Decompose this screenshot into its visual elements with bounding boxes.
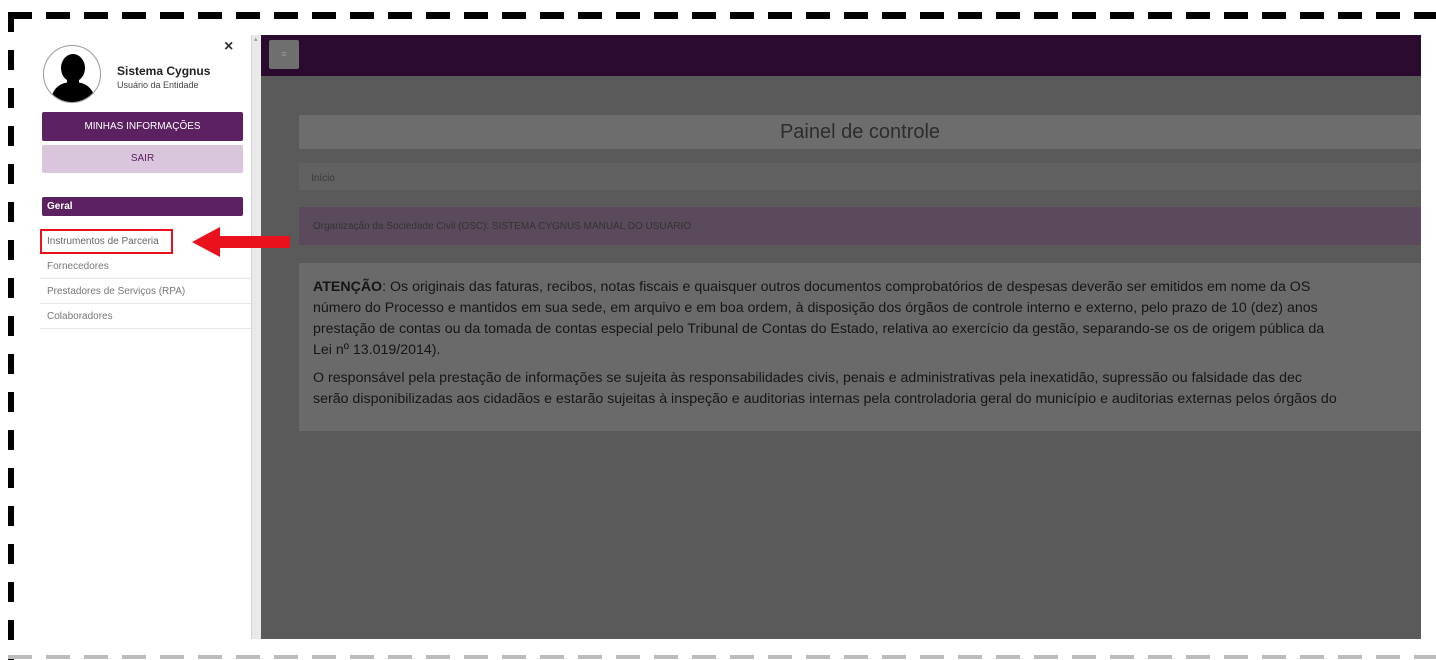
top-navbar: ≡ — [261, 35, 1421, 76]
close-icon[interactable]: × — [224, 38, 233, 56]
user-name: Sistema Cygnus — [117, 64, 211, 78]
notice-line: ATENÇÃO: Os originais das faturas, recib… — [313, 277, 1407, 298]
breadcrumb[interactable]: Início — [299, 163, 1421, 190]
sidebar-scrollbar[interactable]: ▴ — [251, 35, 261, 639]
menu-icon: ≡ — [281, 49, 287, 59]
dashed-border-left — [8, 12, 14, 660]
avatar — [43, 45, 101, 103]
my-info-button[interactable]: MINHAS INFORMAÇÕES — [42, 112, 243, 141]
user-silhouette-icon — [50, 54, 96, 102]
dashed-border-bottom — [8, 655, 1436, 659]
page-title: Painel de controle — [779, 121, 941, 143]
notice-panel: ATENÇÃO: Os originais das faturas, recib… — [299, 263, 1421, 431]
section-header-geral: Geral — [42, 197, 243, 216]
app-screen: ≡ Painel de controle Início Organização … — [35, 35, 1421, 639]
notice-line: número do Processo e mantidos em sua sed… — [313, 300, 1318, 316]
screenshot-frame: ≡ Painel de controle Início Organização … — [0, 0, 1436, 660]
notice-bold-label: ATENÇÃO — [313, 279, 383, 295]
sidebar-item-instrumentos-de-parceria[interactable]: Instrumentos de Parceria — [40, 229, 173, 254]
notice-line: serão disponibilizadas aos cidadãos e es… — [313, 391, 1337, 407]
sidebar-item-colaboradores[interactable]: Colaboradores — [40, 304, 251, 329]
notice-text: : Os originais das faturas, recibos, not… — [382, 279, 1311, 295]
sidebar: × Sistema Cygnus Usuário da Entidade MIN… — [35, 35, 251, 639]
osc-info-bar: Organização da Sociedade Civil (OSC): SI… — [299, 207, 1421, 245]
user-role: Usuário da Entidade — [117, 80, 199, 90]
scroll-up-arrow-icon[interactable]: ▴ — [254, 36, 259, 43]
logout-button[interactable]: SAIR — [42, 145, 243, 173]
notice-line: Lei nº 13.019/2014). — [313, 342, 441, 358]
notice-paragraph-1: ATENÇÃO: Os originais das faturas, recib… — [313, 277, 1407, 361]
notice-paragraph-2: O responsável pela prestação de informaç… — [313, 368, 1407, 410]
red-arrow-icon — [192, 227, 290, 257]
title-bar: Painel de controle — [299, 115, 1421, 149]
menu-toggle-button[interactable]: ≡ — [269, 40, 299, 69]
sidebar-item-prestadores-de-servicos[interactable]: Prestadores de Serviços (RPA) — [40, 279, 251, 304]
notice-line: O responsável pela prestação de informaç… — [313, 370, 1302, 386]
dashed-border-top — [8, 12, 1436, 19]
notice-line: prestação de contas ou da tomada de cont… — [313, 321, 1325, 337]
sidebar-item-fornecedores[interactable]: Fornecedores — [40, 254, 251, 279]
